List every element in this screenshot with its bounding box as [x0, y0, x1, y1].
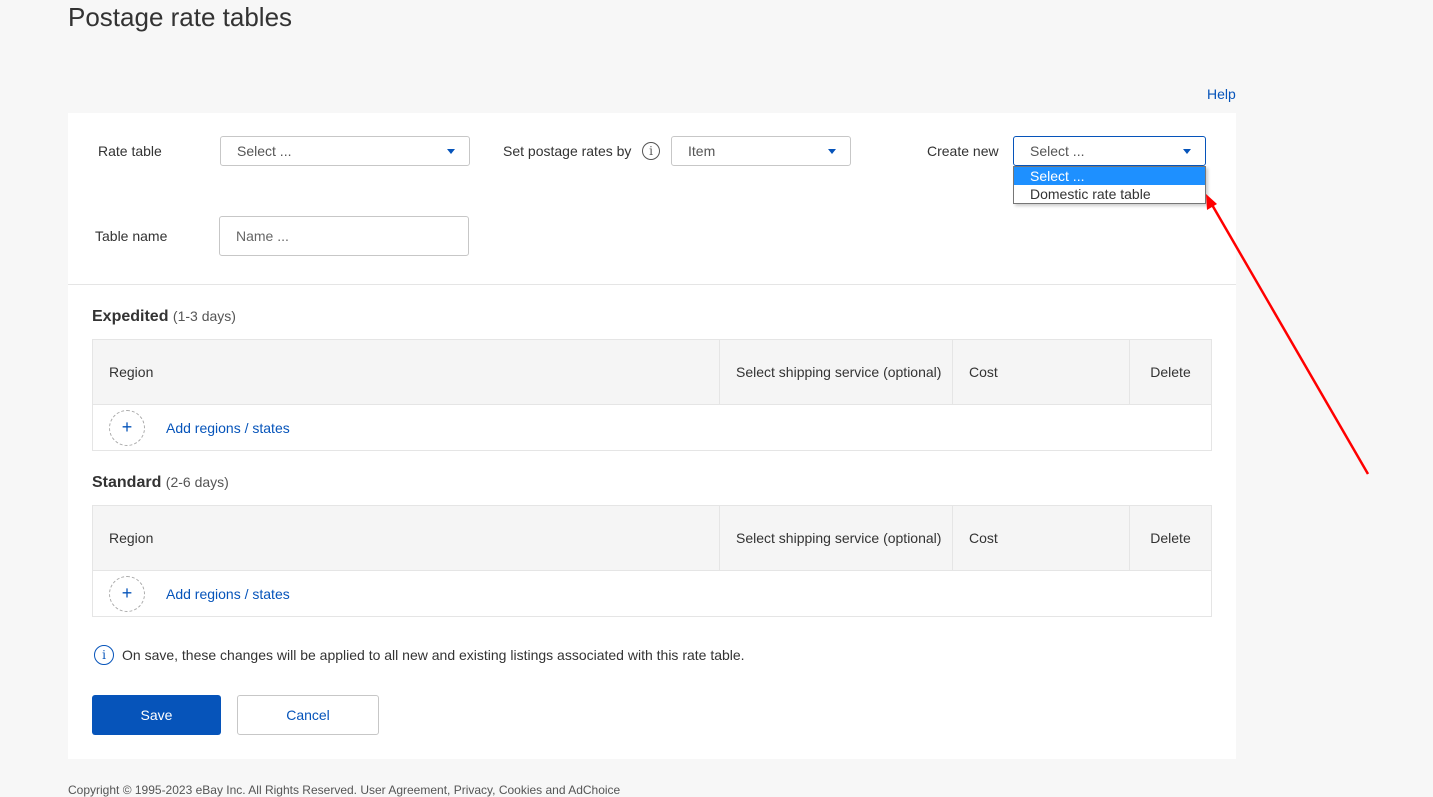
column-header-shipping-service: Select shipping service (optional) [719, 340, 952, 404]
table-name-input[interactable] [219, 216, 469, 256]
dropdown-option-domestic-rate-table[interactable]: Domestic rate table [1014, 185, 1205, 203]
column-header-region: Region [109, 530, 154, 546]
column-header-cost: Cost [952, 506, 1129, 570]
standard-section-title: Standard (2-6 days) [92, 474, 229, 492]
dropdown-option-select[interactable]: Select ... [1014, 167, 1205, 185]
plus-icon[interactable]: + [109, 409, 145, 446]
create-new-select[interactable]: Select ... [1013, 136, 1206, 166]
section-subtitle: (1-3 days) [172, 308, 236, 324]
cancel-button[interactable]: Cancel [237, 695, 379, 735]
footer-copyright: Copyright © 1995-2023 eBay Inc. All Righ… [68, 783, 621, 797]
section-title-text: Expedited [92, 308, 169, 325]
column-header-shipping-service: Select shipping service (optional) [719, 506, 952, 570]
table-header: Region Select shipping service (optional… [93, 506, 1211, 571]
info-icon: i [94, 645, 114, 665]
notice-text: On save, these changes will be applied t… [122, 647, 745, 663]
table-header: Region Select shipping service (optional… [93, 340, 1211, 405]
help-link[interactable]: Help [1207, 86, 1236, 102]
plus-icon[interactable]: + [109, 575, 145, 612]
chevron-down-icon [1183, 149, 1191, 154]
table-row: + Add regions / states [93, 571, 1211, 616]
add-regions-link[interactable]: Add regions / states [166, 586, 290, 602]
set-rates-by-label: Set postage rates by [503, 143, 632, 159]
column-header-cost: Cost [952, 340, 1129, 404]
rate-table-form-card: Rate table Select ... Set postage rates … [68, 113, 1236, 759]
page-title: Postage rate tables [68, 2, 293, 32]
chevron-down-icon [447, 149, 455, 154]
section-title-text: Standard [92, 474, 162, 491]
set-rates-by-select-value: Item [688, 143, 716, 159]
rate-table-label: Rate table [98, 143, 162, 159]
standard-rate-table: Region Select shipping service (optional… [92, 505, 1212, 617]
expedited-rate-table: Region Select shipping service (optional… [92, 339, 1212, 451]
set-rates-by-select[interactable]: Item [671, 136, 851, 166]
chevron-down-icon [828, 149, 836, 154]
divider [68, 284, 1236, 285]
create-new-dropdown-list: Select ... Domestic rate table [1013, 166, 1206, 204]
rate-table-select-value: Select ... [237, 143, 292, 159]
expedited-section-title: Expedited (1-3 days) [92, 308, 236, 326]
section-subtitle: (2-6 days) [165, 474, 229, 490]
save-notice: i On save, these changes will be applied… [94, 645, 745, 665]
column-header-delete: Delete [1129, 340, 1211, 404]
rate-table-select[interactable]: Select ... [220, 136, 470, 166]
save-button[interactable]: Save [92, 695, 221, 735]
add-regions-link[interactable]: Add regions / states [166, 420, 290, 436]
column-header-delete: Delete [1129, 506, 1211, 570]
create-new-label: Create new [927, 143, 999, 159]
column-header-region: Region [109, 364, 154, 380]
table-row: + Add regions / states [93, 405, 1211, 450]
create-new-select-value: Select ... [1030, 143, 1085, 159]
table-name-label: Table name [95, 228, 168, 244]
info-icon[interactable]: i [642, 142, 660, 160]
